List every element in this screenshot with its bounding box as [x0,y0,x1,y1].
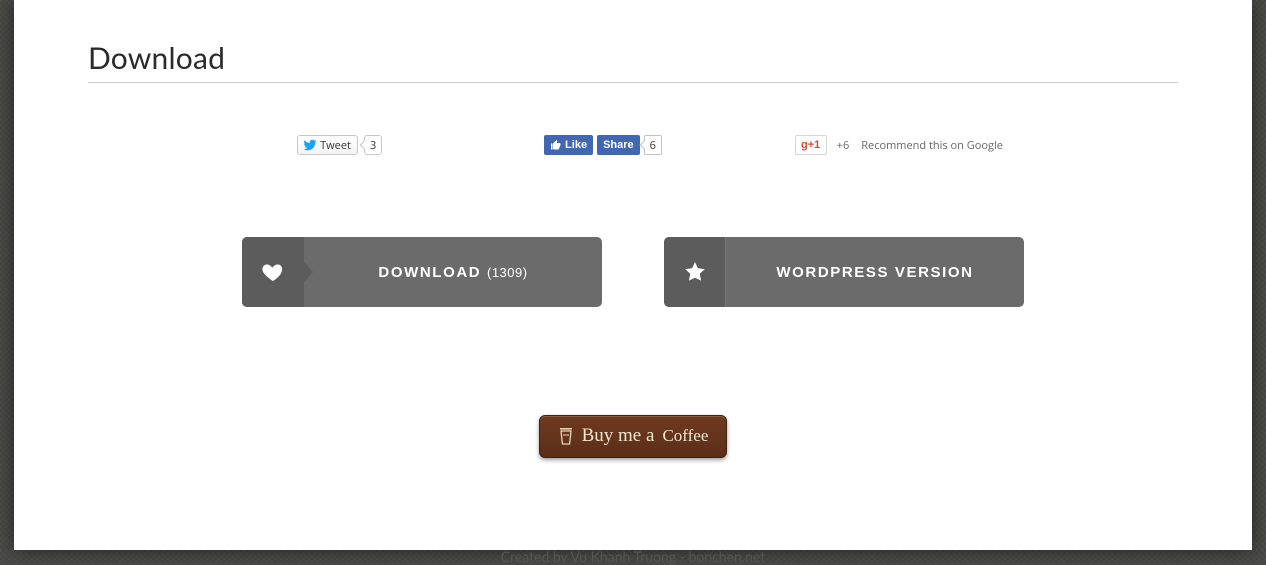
download-button[interactable]: DOWNLOAD (1309) [242,237,602,307]
facebook-like-button[interactable]: Like [544,135,593,155]
star-icon [683,260,707,284]
footer-credit: Created by Vu Khanh Truong - bonchen.net [88,548,1178,565]
social-share-row: Tweet 3 Like Share 6 g +1 [88,135,1178,155]
download-button-label: DOWNLOAD (1309) [304,264,602,281]
credit-link[interactable]: bonchen.net [689,548,766,565]
download-count: (1309) [487,265,528,280]
google-g-icon: g [801,139,808,151]
facebook-count: 6 [644,135,662,155]
download-buttons-row: DOWNLOAD (1309) WORDPRESS VERSION [88,237,1178,307]
download-text: DOWNLOAD [378,264,481,281]
coffee-suffix: Coffee [662,426,708,446]
buy-me-a-coffee-button[interactable]: Buy me a Coffee [539,415,728,458]
googleplus-button[interactable]: g +1 [795,135,827,155]
wordpress-button-label: WORDPRESS VERSION [726,264,1024,281]
facebook-like-label: Like [565,139,587,151]
credit-text: Created by Vu Khanh Truong - [501,548,689,565]
download-button-icon-box [242,237,304,307]
heart-icon [261,260,285,284]
googleplus-cell: g +1 +6 Recommend this on Google [735,135,1058,155]
facebook-share-button[interactable]: Share [597,135,640,155]
wordpress-button-icon-box [664,237,726,307]
twitter-cell: Tweet 3 [208,135,471,155]
facebook-cell: Like Share 6 [471,135,734,155]
wordpress-version-button[interactable]: WORDPRESS VERSION [664,237,1024,307]
thumb-up-icon [550,139,562,151]
tweet-button[interactable]: Tweet [297,135,358,155]
coffee-prefix: Buy me a [582,425,655,447]
tweet-count: 3 [364,135,382,155]
google-plus-one: +1 [808,139,821,151]
tweet-label: Tweet [320,138,351,153]
page-title: Download [88,40,1178,83]
googleplus-recommend-text: Recommend this on Google [861,138,1003,153]
googleplus-count: +6 [837,138,850,153]
coffee-cup-icon [558,427,574,445]
twitter-icon [303,138,317,152]
